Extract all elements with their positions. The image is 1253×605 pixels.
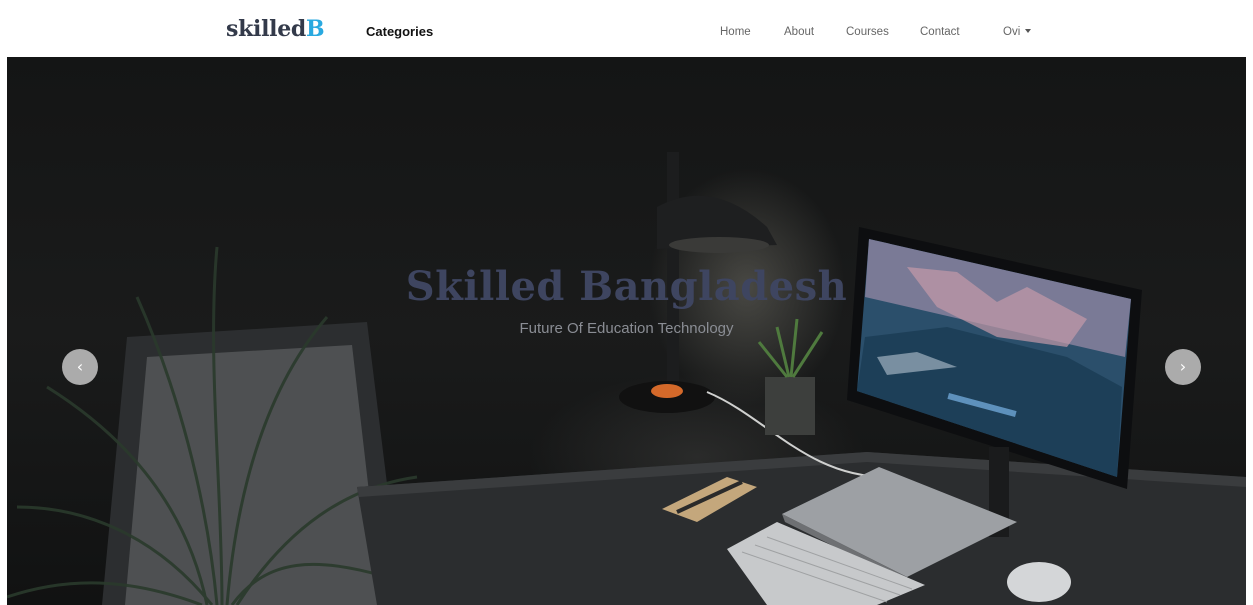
carousel-next-button[interactable]: ›	[1165, 349, 1201, 385]
nav-link-about[interactable]: About	[784, 26, 814, 38]
categories-menu[interactable]: Categories	[366, 24, 433, 39]
hero-subtitle: Future Of Education Technology	[519, 320, 734, 337]
nav-link-courses[interactable]: Courses	[846, 26, 889, 38]
hero-title: Skilled Bangladesh	[405, 263, 848, 310]
user-menu-dropdown[interactable]: Ovi	[1003, 26, 1032, 38]
user-menu-label: Ovi	[1003, 26, 1021, 38]
carousel-prev-button[interactable]: ‹	[62, 349, 98, 385]
nav-link-home[interactable]: Home	[720, 26, 751, 38]
chevron-left-icon: ‹	[76, 357, 84, 376]
brand-logo[interactable]: skilledB	[226, 16, 325, 42]
chevron-right-icon: ›	[1179, 357, 1187, 376]
top-navbar: skilledB Categories Home About Courses C…	[0, 0, 1253, 57]
hero-carousel: Skilled Bangladesh Future Of Education T…	[7, 57, 1246, 605]
nav-link-contact[interactable]: Contact	[920, 26, 960, 38]
caret-down-icon	[1025, 29, 1032, 33]
brand-logo-text: skilled	[226, 16, 306, 42]
brand-logo-accent: B	[305, 16, 325, 42]
